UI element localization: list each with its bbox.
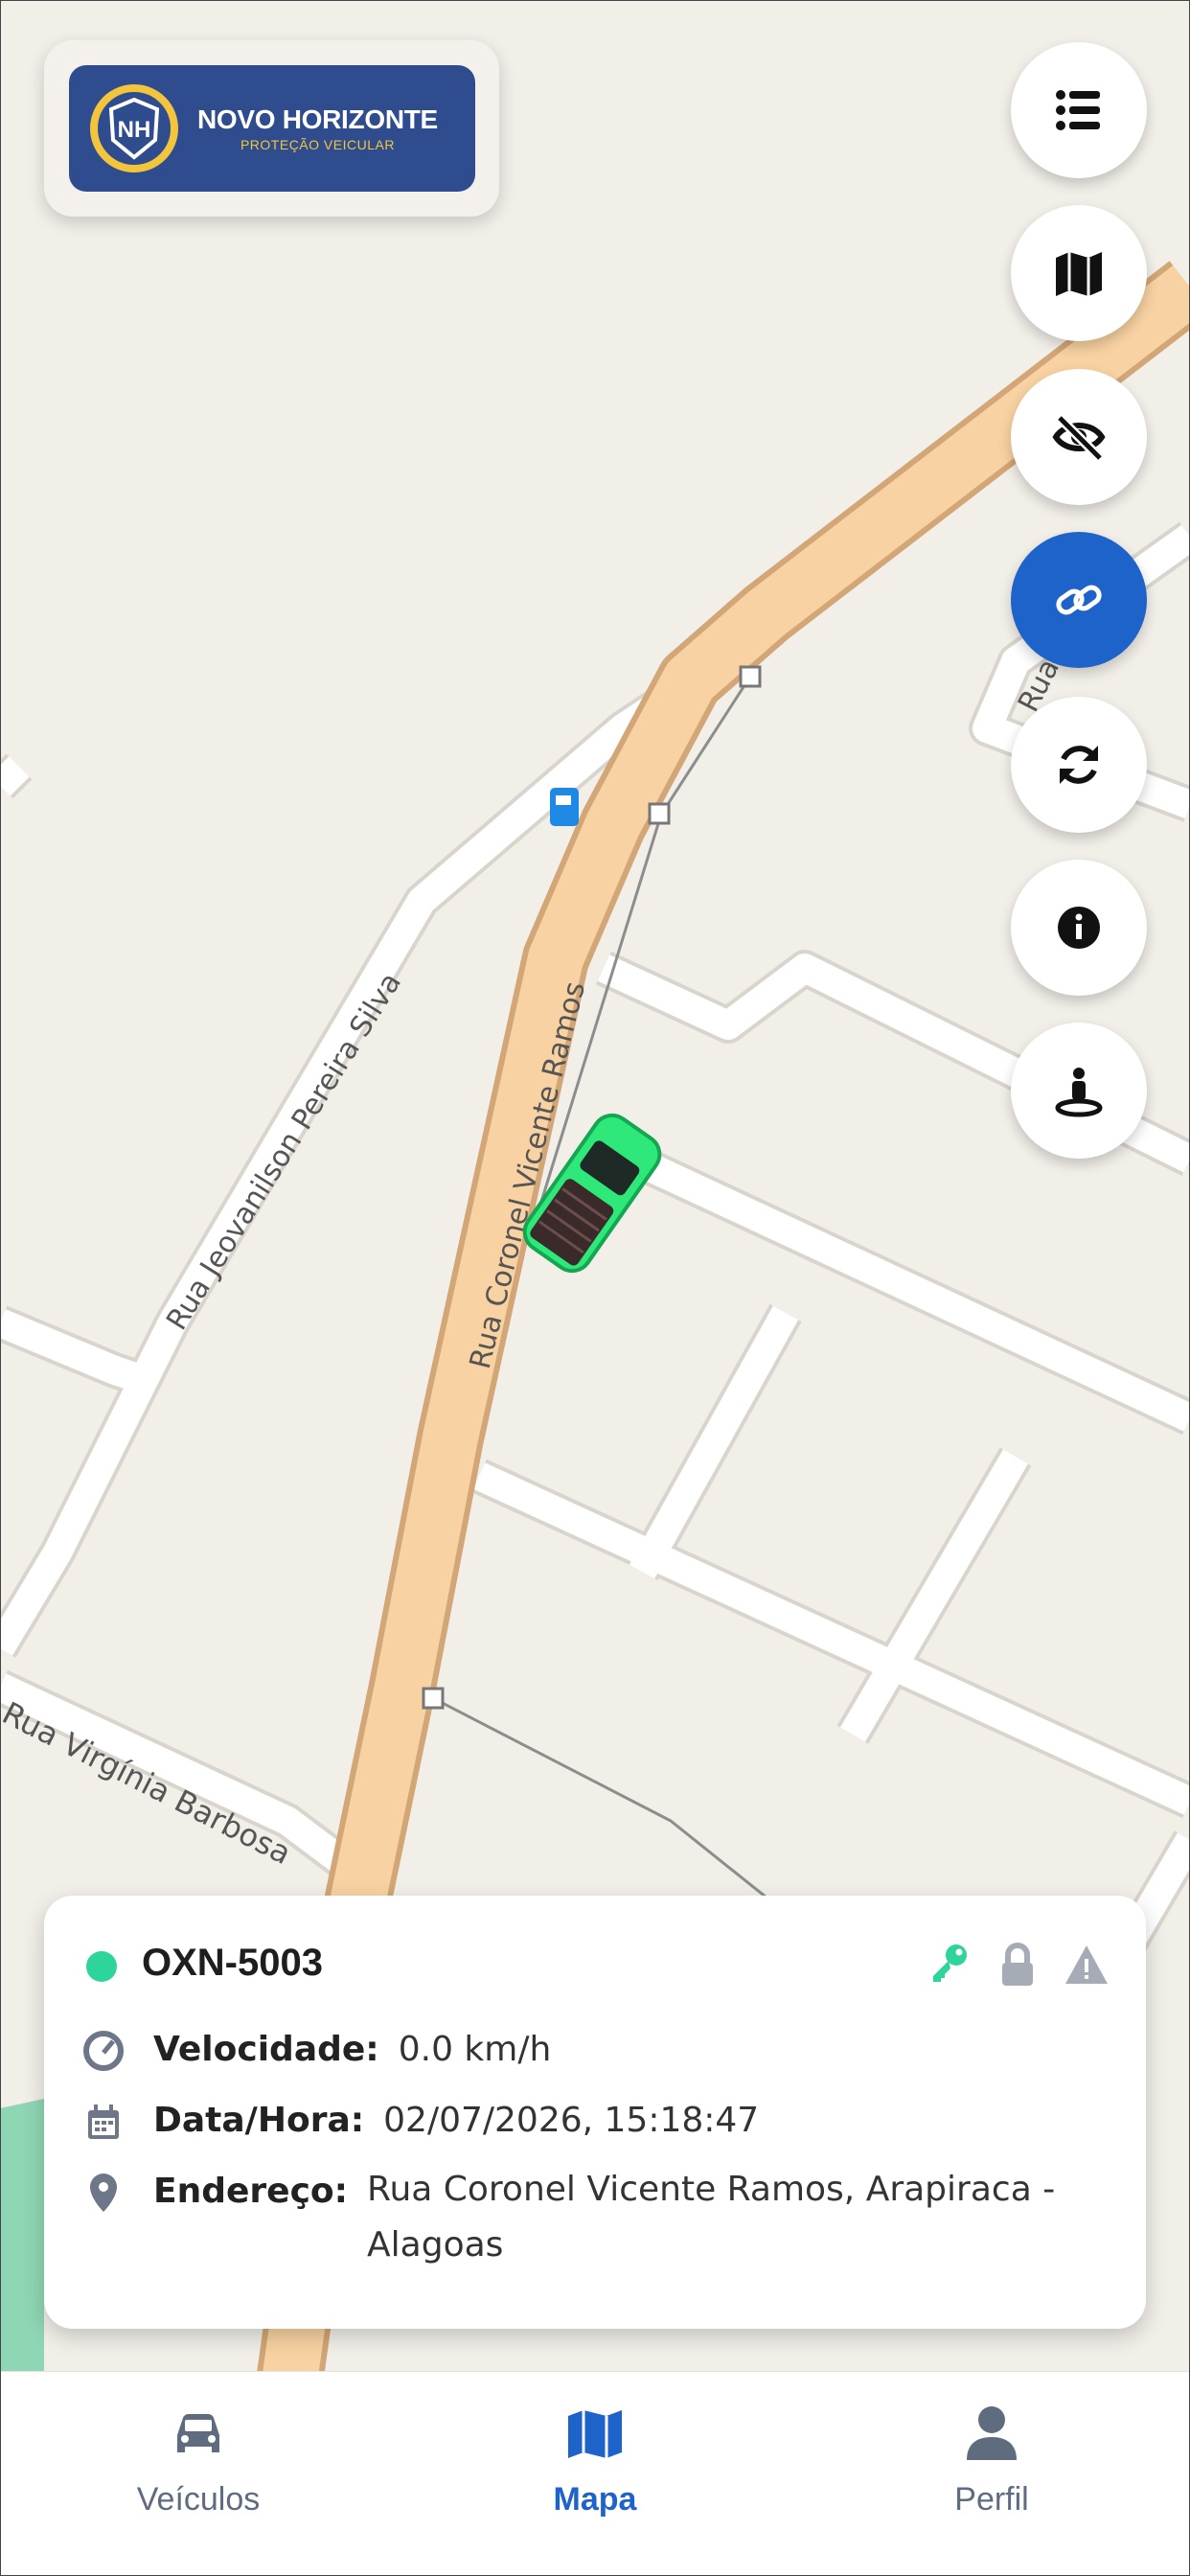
- speed-value: 0.0 km/h: [398, 2030, 552, 2069]
- user-icon: [967, 2406, 1017, 2460]
- svg-text:NH: NH: [118, 117, 151, 143]
- speed-label: Velocidade:: [153, 2030, 379, 2069]
- map-icon: [568, 2410, 622, 2458]
- warning-icon: [1065, 1945, 1108, 1984]
- location-pin-icon: [90, 2174, 117, 2212]
- park-area: [0, 2099, 44, 2371]
- datetime-label: Data/Hora:: [153, 2101, 365, 2140]
- online-status-dot: [86, 1951, 117, 1982]
- logo-card: NH NOVO HORIZONTE PROTEÇÃO VEICULAR: [44, 40, 499, 217]
- vehicle-info-card[interactable]: OXN-5003 Velocidade: 0.0 km/h Data/Hora:…: [44, 1896, 1146, 2329]
- link-icon: [1056, 585, 1102, 615]
- tab-mapa[interactable]: Mapa: [397, 2372, 793, 2576]
- tab-veiculos[interactable]: Veículos: [0, 2372, 397, 2576]
- brand-logo: NH NOVO HORIZONTE PROTEÇÃO VEICULAR: [69, 65, 475, 192]
- street-view-button[interactable]: [1011, 1023, 1147, 1159]
- app-root: Rua Jeovanilson Pereira Silva Rua Corone…: [0, 0, 1190, 2576]
- list-icon: [1056, 90, 1100, 130]
- address-value: Rua Coronel Vicente Ramos, Arapiraca - A…: [367, 2162, 1055, 2273]
- map-icon: [1056, 252, 1102, 296]
- speedometer-icon: [83, 2031, 124, 2071]
- vehicle-status-icons: [926, 1942, 1110, 1988]
- logo-tagline: PROTEÇÃO VEICULAR: [240, 137, 395, 152]
- eye-slash-icon: [1052, 414, 1106, 462]
- logo-name: NOVO HORIZONTE: [197, 104, 438, 134]
- speed-row: Velocidade: 0.0 km/h: [82, 2030, 551, 2072]
- refresh-button[interactable]: [1011, 697, 1147, 833]
- list-button[interactable]: [1011, 42, 1147, 178]
- street-view-icon: [1055, 1068, 1103, 1117]
- key-icon: [933, 1944, 967, 1982]
- datetime-row: Data/Hora: 02/07/2026, 15:18:47: [82, 2101, 759, 2143]
- vehicle-plate: OXN-5003: [142, 1942, 323, 1984]
- info-button[interactable]: [1011, 860, 1147, 996]
- tab-veiculos-label: Veículos: [136, 2481, 261, 2518]
- calendar-icon: [88, 2104, 119, 2139]
- datetime-value: 02/07/2026, 15:18:47: [383, 2101, 760, 2140]
- address-line-2: Alagoas: [367, 2225, 504, 2265]
- info-icon: [1058, 907, 1100, 949]
- refresh-icon: [1060, 746, 1098, 784]
- tab-perfil[interactable]: Perfil: [793, 2372, 1190, 2576]
- bottom-tab-bar: Veículos Mapa Perfil: [0, 2371, 1190, 2576]
- address-label: Endereço:: [153, 2172, 349, 2211]
- address-row: Endereço: Rua Coronel Vicente Ramos, Ara…: [82, 2170, 1055, 2273]
- tab-perfil-label: Perfil: [954, 2481, 1029, 2518]
- address-line-1: Rua Coronel Vicente Ramos, Arapiraca -: [367, 2170, 1056, 2209]
- car-icon: [177, 2413, 219, 2452]
- logo-text: NOVO HORIZONTE PROTEÇÃO VEICULAR: [197, 104, 438, 152]
- fuel-station-icon[interactable]: [550, 788, 579, 826]
- share-link-button[interactable]: [1011, 532, 1147, 668]
- hide-button[interactable]: [1011, 369, 1147, 505]
- tab-mapa-label: Mapa: [553, 2481, 637, 2518]
- shield-logo-icon: NH: [90, 84, 178, 172]
- lock-icon: [1002, 1943, 1033, 1986]
- map-layer-button[interactable]: [1011, 205, 1147, 341]
